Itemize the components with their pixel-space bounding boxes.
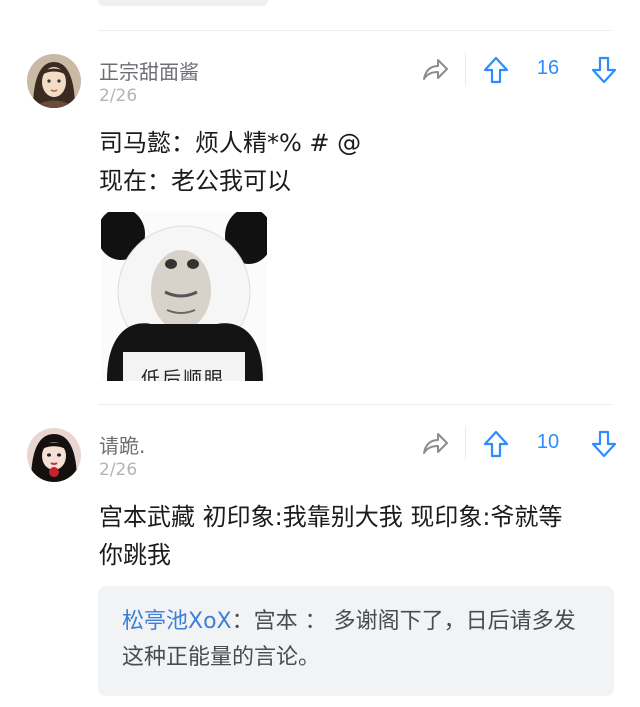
comment-date: 2/26 [99,460,138,480]
upvote-arrow-icon[interactable] [482,55,510,85]
share-icon[interactable] [420,55,450,85]
comment-actions: 10 [420,427,620,459]
comment-date: 2/26 [99,86,138,106]
comment-text: 司马懿：烦人精*% # @ 现在：老公我可以 [99,124,612,200]
username[interactable]: 正宗甜面酱 [99,56,199,85]
reply-text: 松亭池XoX：宫本 ： 多谢阁下了，日后请多发这种正能量的言论。 [122,604,594,676]
comment-line: 司马懿：烦人精*% # @ [99,129,362,157]
reply-username[interactable]: 松亭池XoX [122,609,232,634]
panda-meme-image[interactable]: 低后顺眼 [101,212,267,381]
share-icon[interactable] [420,429,450,459]
username[interactable]: 请跪. [99,430,145,459]
comment-line: 你跳我 [99,541,171,569]
reply-box[interactable]: 松亭池XoX：宫本 ： 多谢阁下了，日后请多发这种正能量的言论。 [98,586,614,696]
like-count: 16 [536,57,560,79]
avatar[interactable] [27,54,81,108]
downvote-arrow-icon[interactable] [590,55,618,85]
meme-caption: 低后顺眼 [141,368,226,381]
reply-separator: ： [231,609,254,634]
separator [465,53,466,85]
divider [98,30,612,31]
downvote-arrow-icon[interactable] [590,429,618,459]
comment-text: 宫本武藏 初印象:我靠别大我 现印象:爷就等 你跳我 [99,498,612,574]
comment-line: 宫本武藏 初印象:我靠别大我 现印象:爷就等 [99,503,563,531]
divider [98,404,612,405]
like-count: 10 [536,431,560,453]
comment-actions: 16 [420,53,620,85]
comment-line: 现在：老公我可以 [99,167,291,195]
upvote-arrow-icon[interactable] [482,429,510,459]
separator [465,427,466,459]
avatar[interactable] [27,428,81,482]
previous-comment-chip [98,0,268,6]
